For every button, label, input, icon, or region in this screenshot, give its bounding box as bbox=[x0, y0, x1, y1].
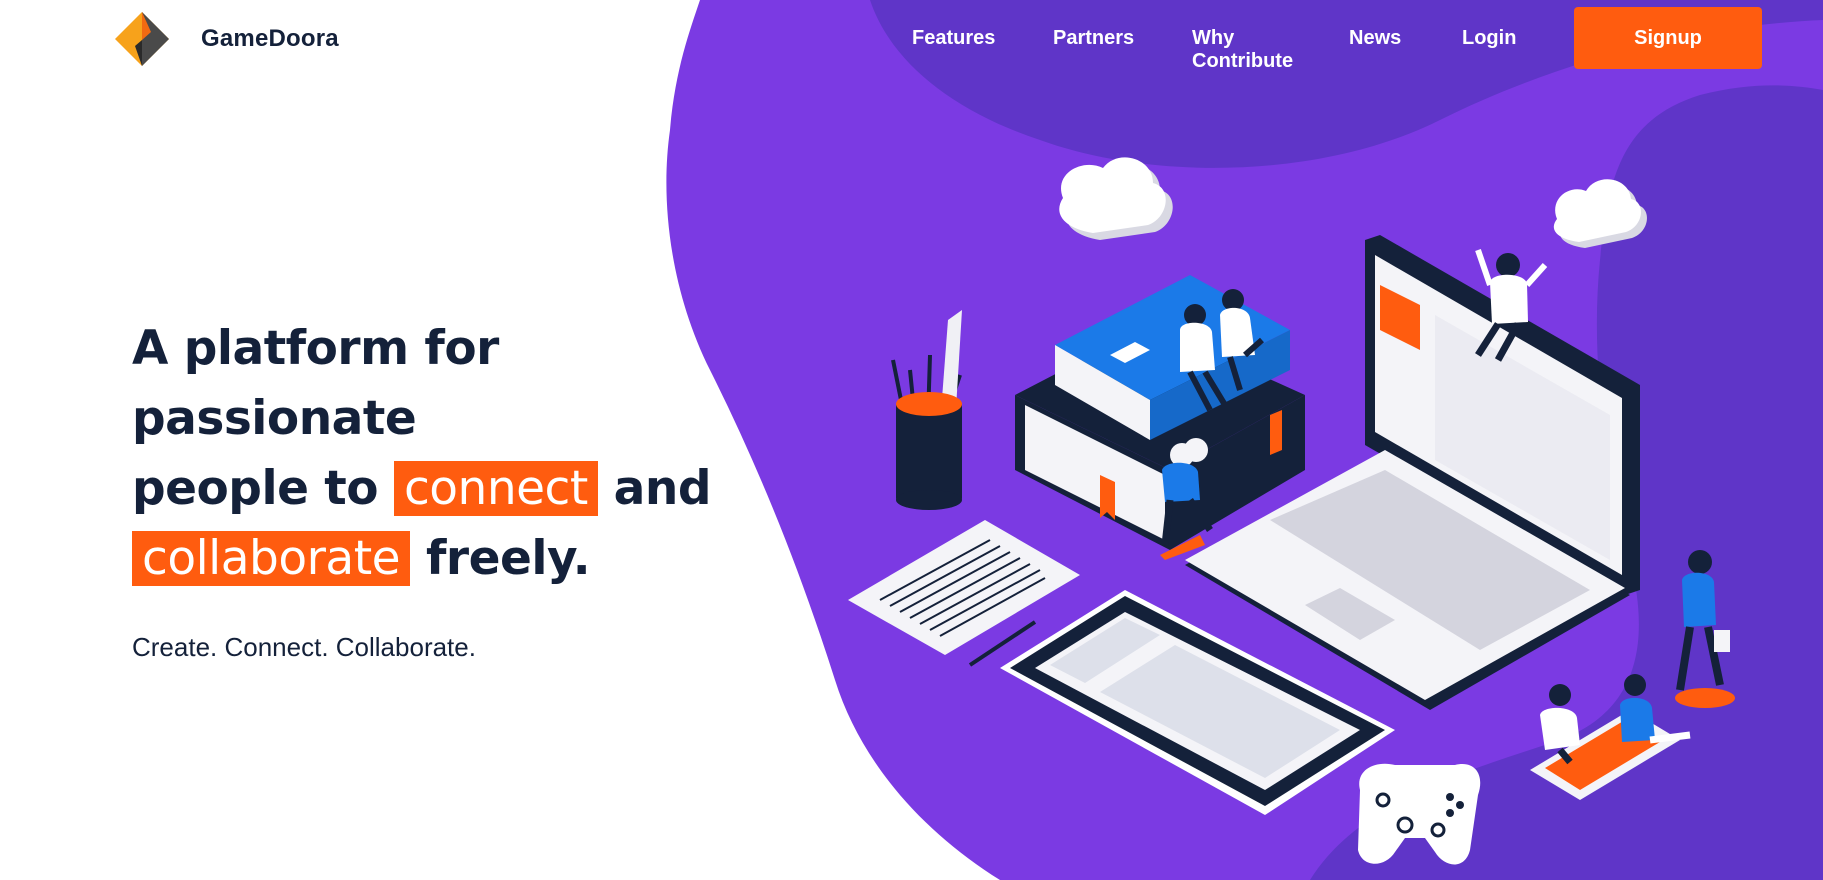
cloud-icon bbox=[1553, 179, 1648, 248]
gamepad-icon bbox=[1358, 763, 1481, 865]
book-stack bbox=[1015, 275, 1305, 550]
hero-illustration bbox=[848, 157, 1735, 865]
pencil-cup bbox=[891, 310, 962, 510]
cloud-icon bbox=[1059, 157, 1173, 240]
